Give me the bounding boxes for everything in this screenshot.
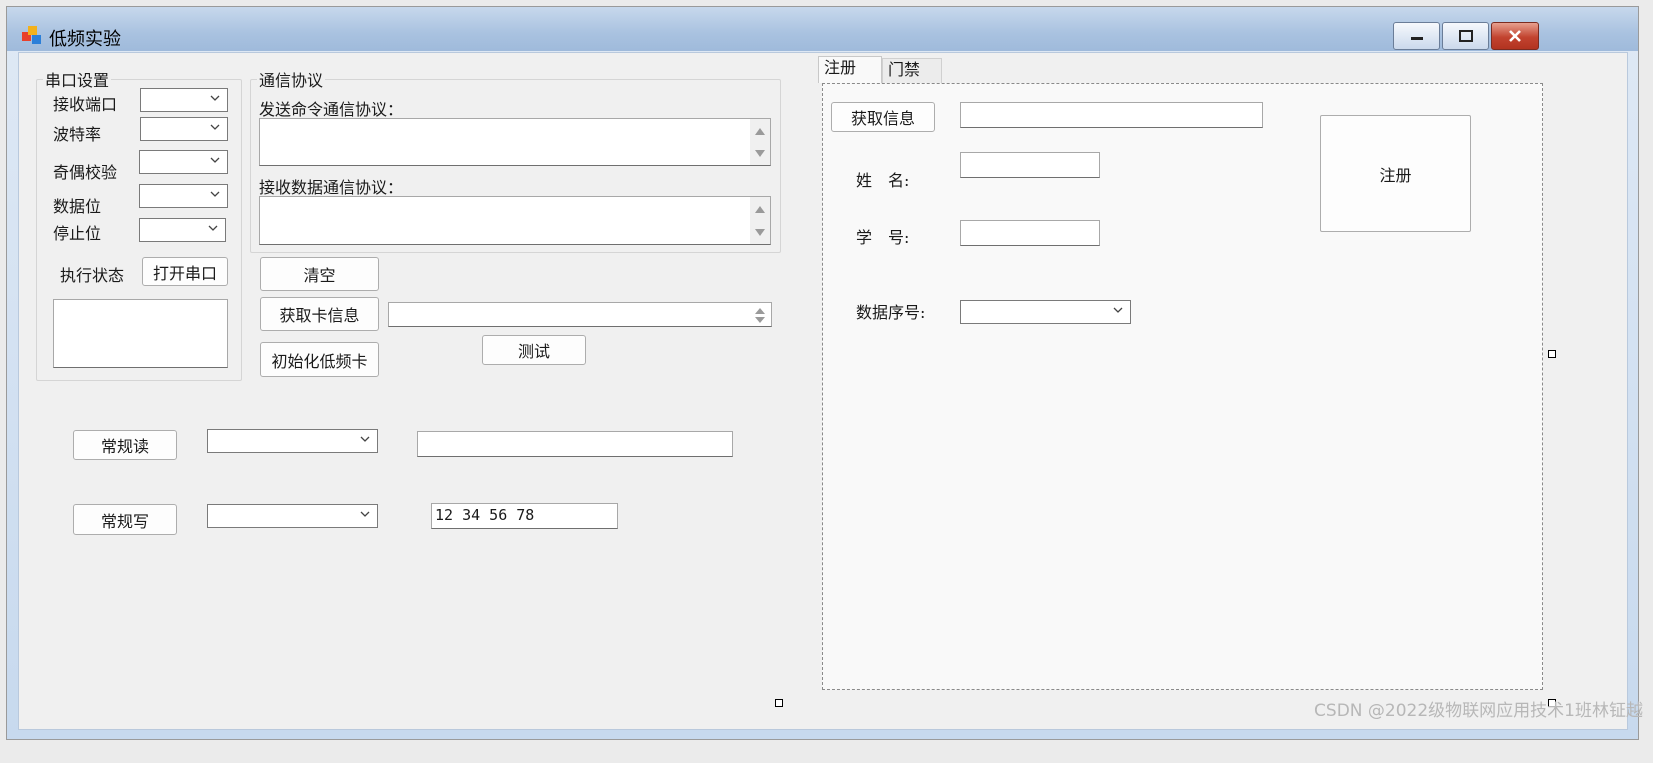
resize-handle-right[interactable] <box>1548 350 1556 358</box>
read-result-textbox[interactable] <box>417 431 733 457</box>
tab-access-control[interactable]: 门禁 <box>882 58 942 83</box>
tab-register[interactable]: 注册 <box>818 56 882 83</box>
read-block-select[interactable] <box>207 429 378 453</box>
get-info-button[interactable]: 获取信息 <box>831 102 935 132</box>
status-textbox[interactable] <box>53 299 228 368</box>
spin-up-icon <box>755 308 765 314</box>
protocol-legend: 通信协议 <box>257 67 326 91</box>
chevron-down-icon <box>1113 307 1123 313</box>
data-index-select[interactable] <box>960 300 1131 324</box>
parity-select[interactable] <box>139 150 228 174</box>
read-button[interactable]: 常规读 <box>73 430 177 460</box>
init-card-button[interactable]: 初始化低频卡 <box>260 342 379 377</box>
receive-port-label: 接收端口 <box>53 95 118 114</box>
scroll-up-icon <box>755 206 765 213</box>
chevron-down-icon <box>210 191 220 197</box>
spinbox-buttons[interactable] <box>751 305 769 325</box>
write-button[interactable]: 常规写 <box>73 504 177 535</box>
chevron-down-icon <box>210 124 220 130</box>
send-protocol-label: 发送命令通信协议： <box>259 100 404 119</box>
watermark-text: CSDN @2022级物联网应用技术1班林钲越 <box>1314 701 1643 721</box>
open-port-button[interactable]: 打开串口 <box>142 257 228 286</box>
parity-label: 奇偶校验 <box>53 163 118 182</box>
maximize-icon <box>1458 30 1473 42</box>
student-id-label: 学 号: <box>856 228 910 247</box>
write-block-select[interactable] <box>207 504 378 528</box>
chevron-down-icon <box>360 436 370 442</box>
spin-down-icon <box>755 317 765 323</box>
name-textbox[interactable] <box>960 152 1100 178</box>
serial-settings-legend: 串口设置 <box>43 67 112 91</box>
window-title: 低频实验 <box>49 29 121 50</box>
student-id-textbox[interactable] <box>960 220 1100 246</box>
name-label: 姓 名: <box>856 171 910 190</box>
maximize-button[interactable] <box>1442 22 1489 50</box>
scroll-down-icon <box>755 229 765 236</box>
info-textbox[interactable] <box>960 102 1263 128</box>
status-label: 执行状态 <box>60 266 125 285</box>
scroll-down-icon <box>755 150 765 157</box>
scroll-up-icon <box>755 128 765 135</box>
data-bits-label: 数据位 <box>53 197 102 216</box>
close-icon <box>1509 30 1521 42</box>
clear-button[interactable]: 清空 <box>260 257 379 291</box>
chevron-down-icon <box>208 225 218 231</box>
send-protocol-textarea[interactable] <box>259 118 771 166</box>
get-card-info-button[interactable]: 获取卡信息 <box>260 297 379 331</box>
close-button[interactable] <box>1491 22 1539 50</box>
minimize-icon <box>1410 37 1423 40</box>
write-data-textbox[interactable]: 12 34 56 78 <box>431 503 618 529</box>
chevron-down-icon <box>210 157 220 163</box>
stop-bits-label: 停止位 <box>53 224 102 243</box>
data-index-label: 数据序号: <box>856 303 926 322</box>
chevron-down-icon <box>210 95 220 101</box>
stop-bits-select[interactable] <box>139 218 226 242</box>
register-button[interactable]: 注册 <box>1320 115 1471 232</box>
send-protocol-scrollbar[interactable] <box>750 119 770 165</box>
receive-protocol-label: 接收数据通信协议： <box>259 178 404 197</box>
baud-rate-label: 波特率 <box>53 125 102 144</box>
chevron-down-icon <box>360 511 370 517</box>
receive-protocol-scrollbar[interactable] <box>750 197 770 244</box>
app-icon <box>22 26 42 46</box>
receive-protocol-textarea[interactable] <box>259 196 771 245</box>
test-button[interactable]: 测试 <box>482 335 586 365</box>
resize-handle-bottom[interactable] <box>775 699 783 707</box>
receive-port-select[interactable] <box>140 88 228 112</box>
data-bits-select[interactable] <box>139 184 228 208</box>
minimize-button[interactable] <box>1393 22 1440 50</box>
baud-rate-select[interactable] <box>140 117 228 141</box>
card-info-spinbox[interactable] <box>388 302 772 327</box>
